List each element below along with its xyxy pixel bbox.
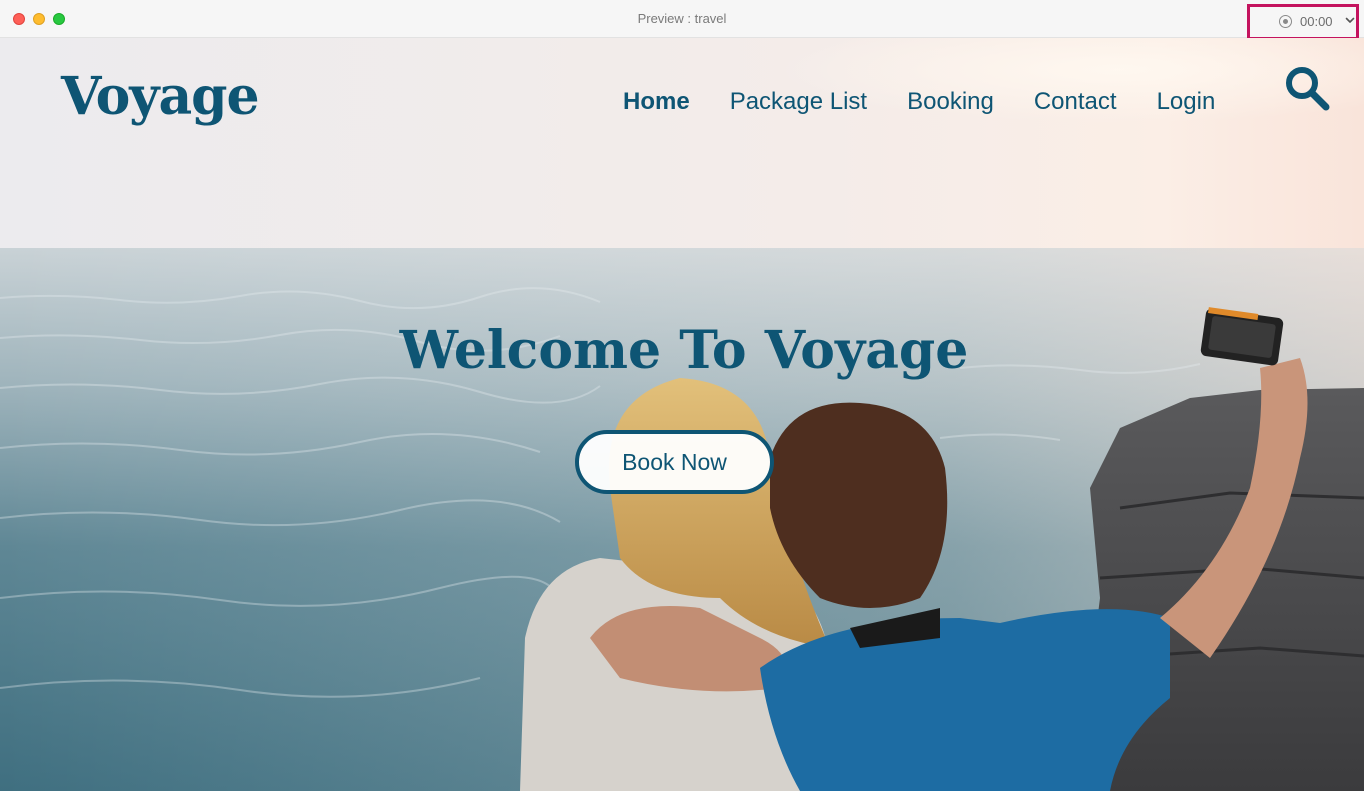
nav-item-contact[interactable]: Contact bbox=[1034, 88, 1117, 116]
nav-item-booking[interactable]: Booking bbox=[907, 88, 994, 116]
hero-headline: Welcome To Voyage bbox=[399, 320, 969, 381]
search-icon[interactable] bbox=[1283, 64, 1331, 112]
book-now-button[interactable]: Book Now bbox=[575, 430, 774, 494]
recording-control[interactable]: 00:00 bbox=[1247, 4, 1359, 40]
nav-item-package-list[interactable]: Package List bbox=[730, 88, 867, 116]
chevron-down-icon[interactable] bbox=[1345, 14, 1355, 26]
recording-time: 00:00 bbox=[1300, 14, 1333, 29]
window-titlebar: Preview : travel bbox=[0, 0, 1364, 38]
nav-item-home[interactable]: Home bbox=[623, 88, 690, 116]
hero-background-image bbox=[0, 38, 1364, 791]
window-title: Preview : travel bbox=[637, 11, 727, 26]
hero-section: Voyage Home Package List Booking Contact… bbox=[0, 38, 1364, 791]
nav-item-login[interactable]: Login bbox=[1157, 88, 1216, 116]
record-icon bbox=[1279, 15, 1292, 28]
main-nav: Home Package List Booking Contact Login bbox=[623, 88, 1255, 116]
site-logo[interactable]: Voyage bbox=[61, 66, 260, 127]
